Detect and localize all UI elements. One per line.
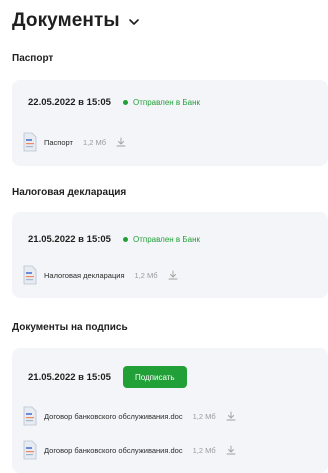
document-card-passport: 22.05.2022 в 15:05 Отправлен в Банк Пасп… [12, 80, 328, 166]
status-badge: Отправлен в Банк [122, 235, 200, 244]
file-size: 1,2 Мб [192, 445, 216, 455]
document-datetime: 21.05.2022 в 15:05 [28, 234, 111, 245]
file-name: Паспорт [44, 137, 73, 147]
document-file-icon [23, 440, 37, 460]
section-title-passport: Паспорт [12, 53, 54, 64]
document-file-icon [23, 406, 37, 426]
document-file-icon [23, 265, 37, 285]
file-item[interactable]: Паспорт 1,2 Мб [22, 132, 126, 152]
page-title: Документы [12, 10, 120, 31]
download-icon[interactable] [168, 270, 178, 280]
card-header: 22.05.2022 в 15:05 Отправлен в Банк [28, 97, 200, 108]
file-item[interactable]: Договор банковского обслуживания.doc 1,2… [22, 440, 236, 460]
file-item[interactable]: Договор банковского обслуживания.doc 1,2… [22, 406, 236, 426]
status-text: Отправлен в Банк [132, 235, 200, 244]
file-name: Договор банковского обслуживания.doc [44, 411, 183, 421]
section-title-tax-declaration: Налоговая декларация [12, 187, 127, 198]
document-datetime: 22.05.2022 в 15:05 [28, 97, 111, 108]
download-icon[interactable] [226, 411, 236, 421]
document-file-icon [23, 132, 37, 152]
download-icon[interactable] [116, 137, 126, 147]
card-header: 21.05.2022 в 15:05 Подписать [28, 366, 187, 388]
section-title-documents-to-sign: Документы на подпись [12, 322, 128, 333]
file-name: Договор банковского обслуживания.doc [44, 445, 183, 455]
file-name: Налоговая декларация [44, 270, 125, 280]
page-header[interactable]: Документы [12, 10, 140, 32]
status-dot-icon [122, 237, 128, 242]
file-size: 1,2 Мб [134, 270, 158, 280]
document-card-to-sign: 21.05.2022 в 15:05 Подписать Договор бан… [12, 348, 328, 473]
file-item[interactable]: Налоговая декларация 1,2 Мб [22, 265, 178, 285]
file-size: 1,2 Мб [192, 411, 216, 421]
document-datetime: 21.05.2022 в 15:05 [28, 371, 111, 383]
status-badge: Отправлен в Банк [122, 98, 200, 107]
card-header: 21.05.2022 в 15:05 Отправлен в Банк [28, 234, 200, 245]
document-card-tax-declaration: 21.05.2022 в 15:05 Отправлен в Банк Нало… [12, 212, 328, 298]
sign-button[interactable]: Подписать [122, 366, 187, 388]
chevron-down-icon[interactable] [128, 16, 140, 28]
file-size: 1,2 Мб [83, 137, 107, 147]
status-dot-icon [122, 100, 128, 105]
download-icon[interactable] [226, 445, 236, 455]
status-text: Отправлен в Банк [132, 98, 200, 107]
